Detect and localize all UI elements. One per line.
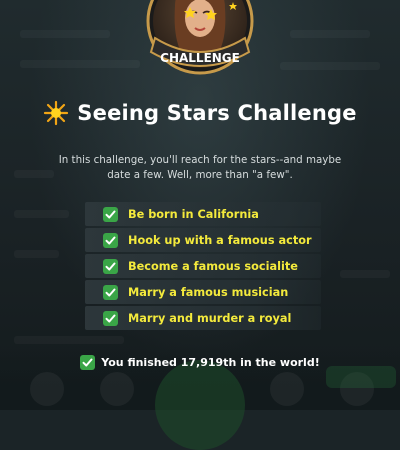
goals-list: Be born in California Hook up with a fam… (85, 202, 321, 332)
checkbox-checked-icon (103, 206, 118, 222)
goal-item: Become a famous socialite (85, 254, 321, 278)
goal-label: Hook up with a famous actor (128, 233, 312, 247)
result-text: You finished 17,919th in the world! (101, 355, 320, 369)
sparkle-star-icon (44, 100, 69, 126)
bg-placeholder (340, 270, 390, 278)
title-row: Seeing Stars Challenge (0, 96, 400, 130)
age-up-button-ghost (155, 360, 245, 450)
checkbox-checked-icon (103, 258, 118, 274)
bg-placeholder (280, 62, 380, 70)
bg-placeholder (290, 30, 370, 38)
bg-placeholder (14, 250, 59, 258)
bg-placeholder (14, 170, 54, 178)
check-icon (80, 354, 96, 370)
nav-icon (100, 372, 134, 406)
badge-label: CHALLENGE (160, 51, 240, 65)
goal-item: Hook up with a famous actor (85, 228, 321, 252)
checkbox-checked-icon (103, 284, 118, 300)
goal-item: Be born in California (85, 202, 321, 226)
goal-label: Become a famous socialite (128, 259, 298, 273)
challenge-title: Seeing Stars Challenge (77, 101, 357, 125)
challenge-description: In this challenge, you'll reach for the … (58, 154, 342, 181)
checkbox-checked-icon (103, 310, 118, 326)
bg-placeholder (20, 30, 110, 38)
challenge-badge-icon: CHALLENGE (146, 0, 254, 75)
goal-item: Marry and murder a royal (85, 306, 321, 330)
nav-icon (270, 372, 304, 406)
goal-label: Marry and murder a royal (128, 311, 292, 325)
bg-placeholder (20, 60, 140, 68)
goal-label: Marry a famous musician (128, 285, 289, 299)
goal-item: Marry a famous musician (85, 280, 321, 304)
bg-placeholder (14, 336, 124, 344)
result-row: You finished 17,919th in the world! (0, 353, 400, 371)
goal-label: Be born in California (128, 207, 259, 221)
bg-placeholder (14, 210, 69, 218)
nav-icon (30, 372, 64, 406)
checkbox-checked-icon (103, 232, 118, 248)
